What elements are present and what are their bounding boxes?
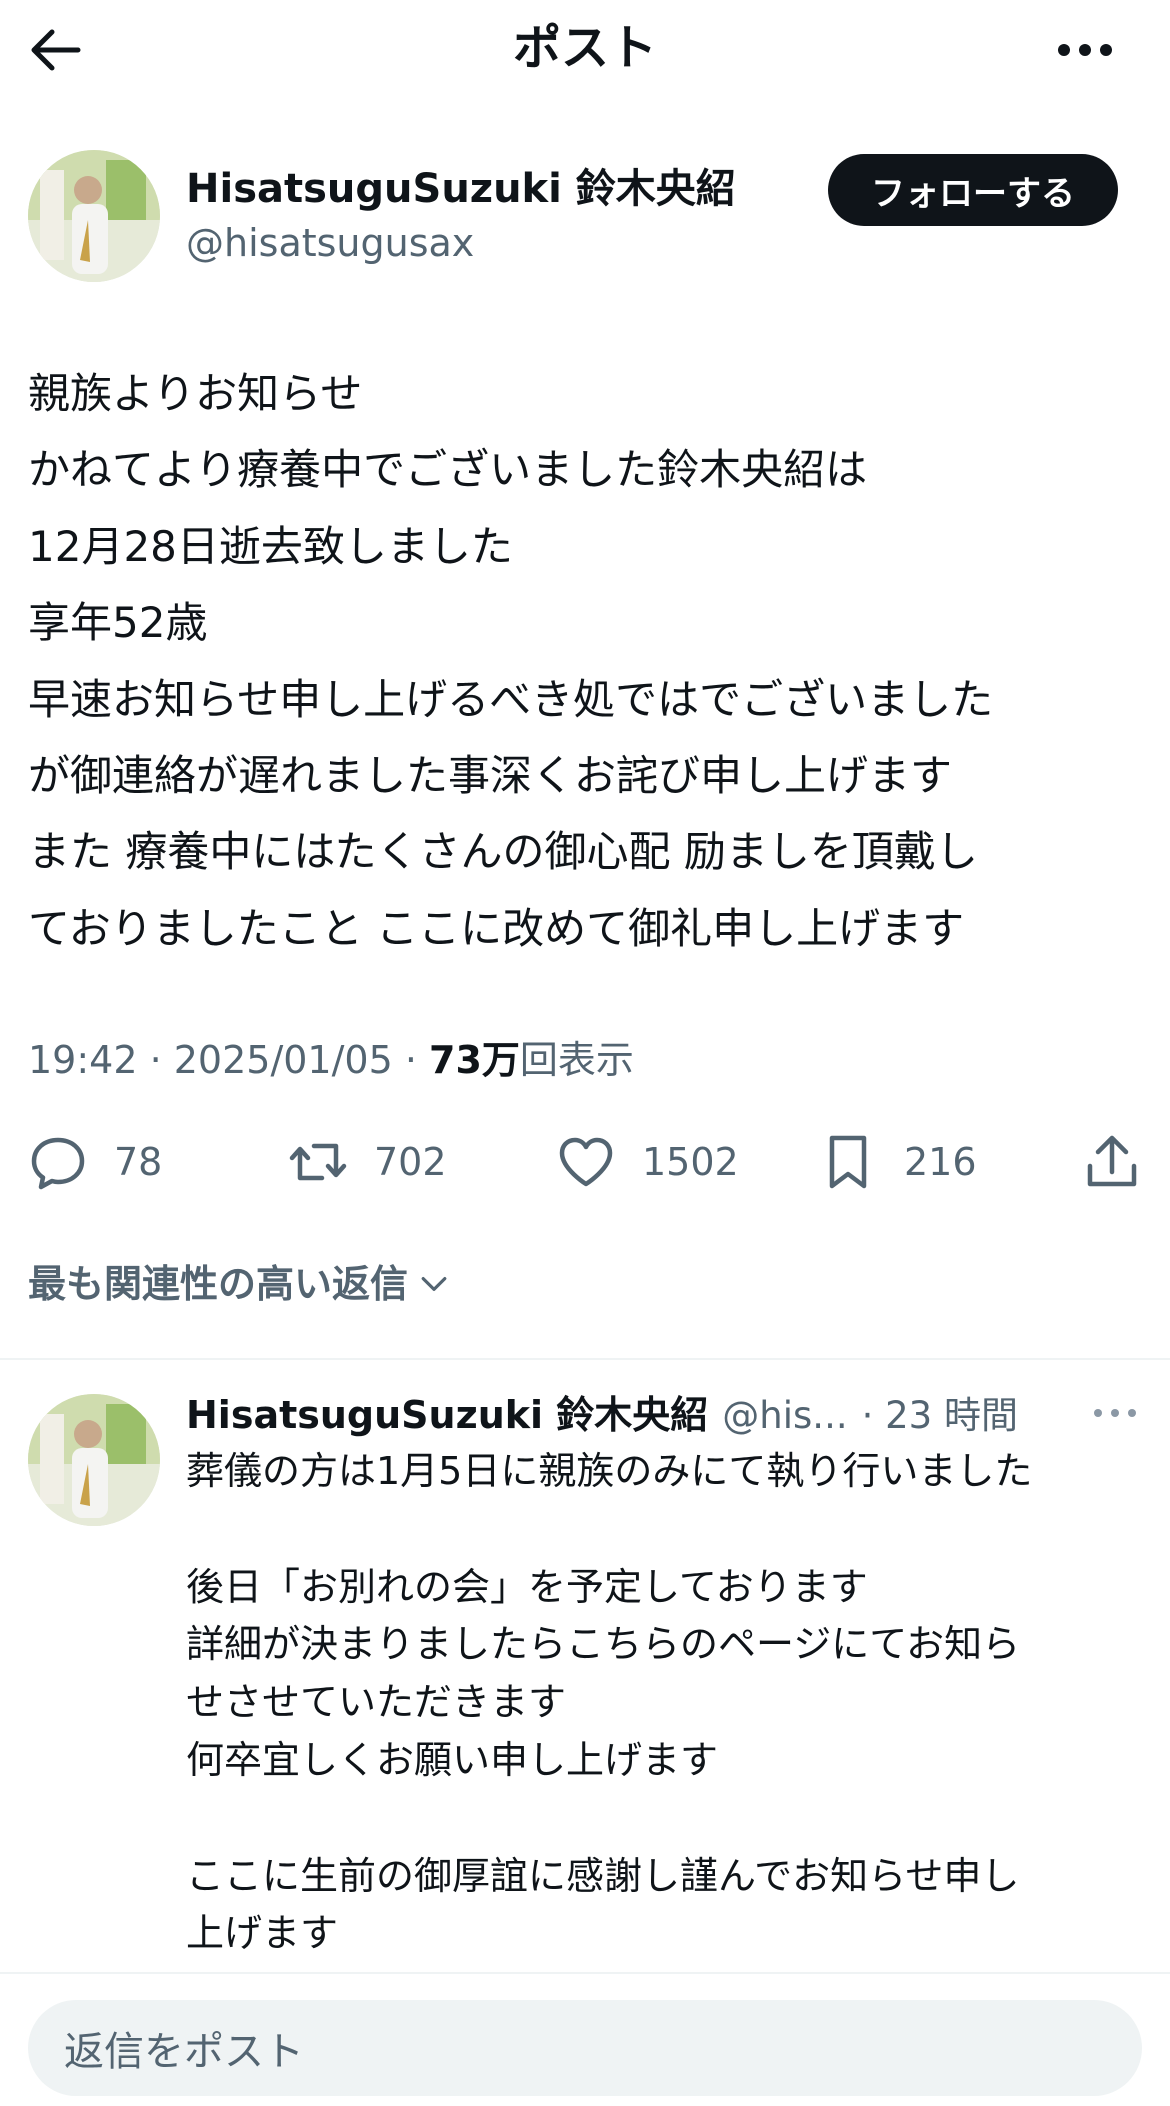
- divider: [0, 1972, 1170, 1974]
- reply-author-avatar[interactable]: [28, 1394, 160, 1526]
- views-label: 回表示: [519, 1038, 634, 1082]
- author-avatar[interactable]: [28, 150, 160, 282]
- post-body-line: 早速お知らせ申し上げるべき処ではでございました: [28, 674, 994, 724]
- heart-icon: [559, 1137, 613, 1187]
- share-action[interactable]: [1082, 1128, 1142, 1196]
- post-body-line: かねてより療養中でございました鈴木央紹は: [28, 445, 868, 495]
- reply-author-name[interactable]: HisatsuguSuzuki 鈴木央紹: [186, 1388, 708, 1442]
- compose-placeholder: 返信をポスト: [64, 2029, 304, 2075]
- replies-sort-dropdown[interactable]: 最も関連性の高い返信: [28, 1254, 452, 1314]
- like-action[interactable]: 1502: [556, 1128, 739, 1196]
- repost-count: 702: [374, 1140, 447, 1184]
- reply-body-line: [186, 1790, 1146, 1848]
- post-body-line: が御連絡が遅れました事深くお詫び申し上げます: [28, 751, 953, 801]
- chevron-down-icon: [421, 1277, 447, 1291]
- reply-body-line: せさせていただきます: [186, 1680, 567, 1725]
- reply-more-icon[interactable]: [1090, 1398, 1140, 1428]
- bookmark-icon: [829, 1135, 867, 1189]
- reply-author-handle[interactable]: @his...: [722, 1389, 847, 1443]
- repost-action[interactable]: 702: [288, 1128, 447, 1196]
- like-count: 1502: [642, 1140, 739, 1184]
- post-body-line: 12月28日逝去致しました: [28, 521, 513, 571]
- author-name[interactable]: HisatsuguSuzuki 鈴木央紹: [186, 162, 736, 216]
- share-icon: [1087, 1135, 1137, 1187]
- reply-body-line: [186, 1501, 1146, 1559]
- bookmark-count: 216: [904, 1140, 977, 1184]
- reply-body-line: 詳細が決まりましたらこちらのページにてお知ら: [186, 1622, 1021, 1667]
- post-body: 親族よりお知らせ かねてより療養中でございました鈴木央紹は 12月28日逝去致し…: [28, 356, 1138, 967]
- repost-icon: [289, 1143, 347, 1181]
- post-body-line: 親族よりお知らせ: [28, 369, 363, 418]
- more-options-icon[interactable]: [1050, 20, 1120, 80]
- reply-header: HisatsuguSuzuki 鈴木央紹 @his... · 23 時間: [186, 1388, 1018, 1443]
- reply-body-line: 上げます: [186, 1911, 339, 1956]
- reply-action[interactable]: 78: [28, 1128, 162, 1196]
- reply-time: · 23 時間: [861, 1394, 1018, 1437]
- post-body-line: ておりましたこと ここに改めて御礼申し上げます: [28, 903, 965, 953]
- reply-count: 78: [114, 1140, 163, 1184]
- reply-body-line: 後日「お別れの会」を予定しております: [186, 1564, 868, 1609]
- post-body-line: また 療養中にはたくさんの御心配 励ましを頂戴し: [28, 827, 978, 877]
- post-timestamp: 19:42 · 2025/01/05 ·: [28, 1038, 430, 1082]
- reply-body-line: 葬儀の方は1月5日に親族のみにて執り行いました: [186, 1449, 1033, 1493]
- post-body-line: 享年52歳: [28, 598, 208, 648]
- views-count: 73万: [429, 1038, 520, 1082]
- reply-body-line: 何卒宜しくお願い申し上げます: [186, 1737, 719, 1782]
- post-meta: 19:42 · 2025/01/05 · 73万回表示: [28, 1030, 634, 1090]
- divider: [0, 1358, 1170, 1360]
- reply-icon: [31, 1137, 85, 1190]
- author-handle[interactable]: @hisatsugusax: [186, 216, 474, 270]
- reply-compose-input[interactable]: 返信をポスト: [28, 2000, 1142, 2096]
- reply-body: 葬儀の方は1月5日に親族のみにて執り行いました 後日「お別れの会」を予定しており…: [186, 1443, 1146, 1963]
- reply-body-line: ここに生前の御厚誼に感謝し謹んでお知らせ申し: [186, 1853, 1020, 1898]
- follow-button[interactable]: フォローする: [828, 154, 1118, 226]
- page-title: ポスト: [512, 20, 657, 76]
- replies-sort-label: 最も関連性の高い返信: [28, 1262, 409, 1306]
- bookmark-action[interactable]: 216: [818, 1128, 977, 1196]
